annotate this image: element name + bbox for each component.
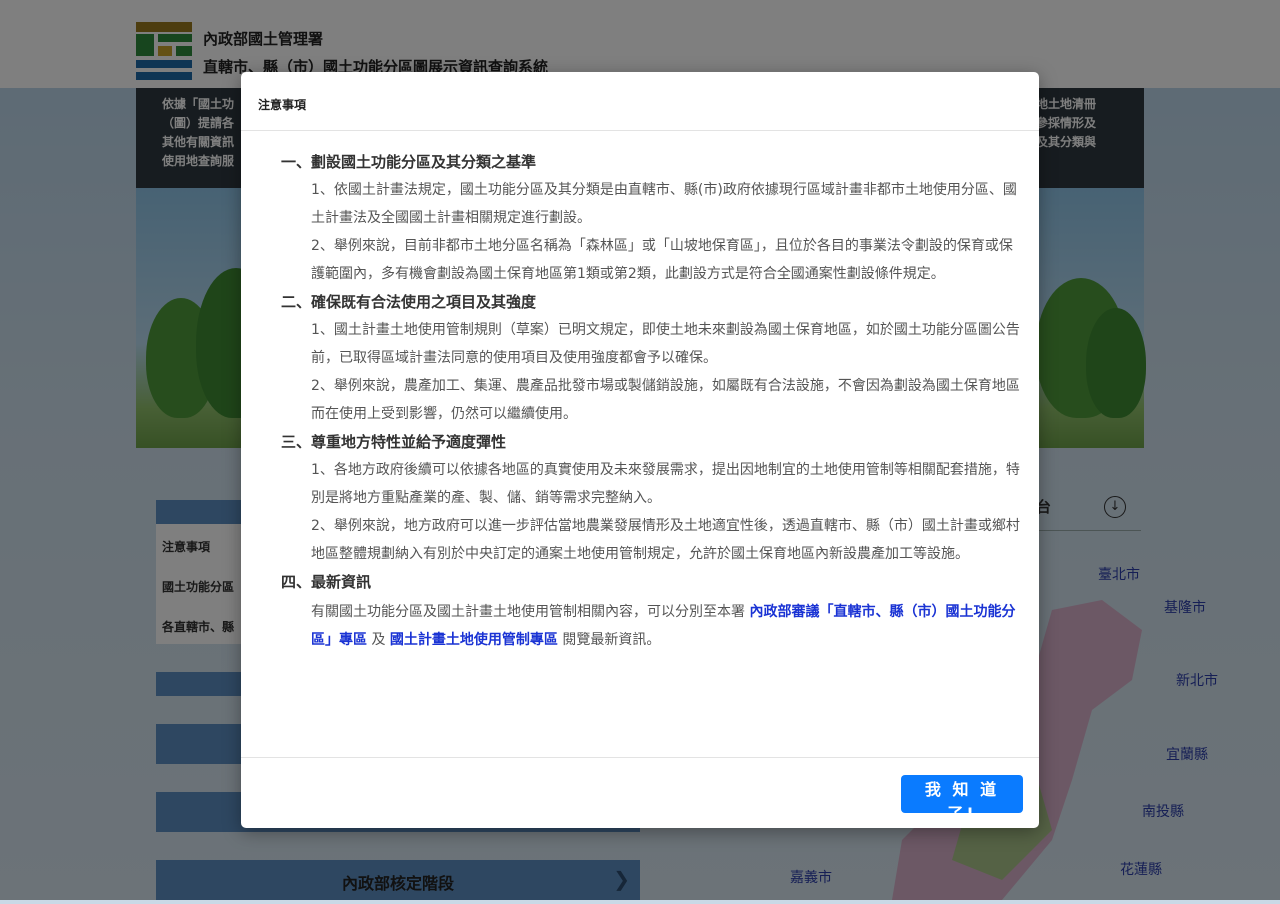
modal-body: 一、劃設國土功能分區及其分類之基準 1、依國土計畫法規定，國土功能分區及其分類是… <box>281 148 1025 654</box>
section-title: 二、確保既有合法使用之項目及其強度 <box>281 293 537 311</box>
section-paragraph: 1、各地方政府後續可以依據各地區的真實使用及未來發展需求，提出因地制宜的土地使用… <box>311 462 1020 506</box>
modal-title: 注意事項 <box>258 98 307 112</box>
latest-info-paragraph: 有關國土功能分區及國土計畫土地使用管制相關內容，可以分別至本署 內政部審議「直轄… <box>311 598 1025 654</box>
latest-info-mid: 及 <box>367 632 390 648</box>
section-paragraph: 1、依國土計畫法規定，國土功能分區及其分類是由直轄市、縣(市)政府依據現行區域計… <box>311 182 1017 226</box>
section-title: 一、劃設國土功能分區及其分類之基準 <box>281 153 537 171</box>
section-paragraph: 2、舉例來說，農產加工、集運、農產品批發市場或製儲銷設施，如屬既有合法設施，不會… <box>311 378 1020 422</box>
latest-info-prefix: 有關國土功能分區及國土計畫土地使用管制相關內容，可以分別至本署 <box>311 604 750 620</box>
modal-header: 注意事項 <box>241 72 1039 131</box>
acknowledge-button[interactable]: 我 知 道 了! <box>901 775 1023 823</box>
section-title: 四、最新資訊 <box>281 573 372 591</box>
section-title: 三、尊重地方特性並給予適度彈性 <box>281 433 507 451</box>
notice-modal: 注意事項 一、劃設國土功能分區及其分類之基準 1、依國土計畫法規定，國土功能分區… <box>241 72 1039 828</box>
land-use-control-link[interactable]: 國土計畫土地使用管制專區 <box>390 632 558 648</box>
section-paragraph: 1、國土計畫土地使用管制規則（草案）已明文規定，即使土地未來劃設為國土保育地區，… <box>311 322 1020 366</box>
section-paragraph: 2、舉例來說，目前非都市土地分區名稱為「森林區」或「山坡地保育區」，且位於各目的… <box>311 238 1013 282</box>
section-paragraph: 2、舉例來說，地方政府可以進一步評估當地農業發展情形及土地適宜性後，透過直轄市、… <box>311 518 1020 562</box>
modal-footer: 我 知 道 了! <box>241 757 1039 829</box>
latest-info-suffix: 閱覽最新資訊。 <box>557 632 661 648</box>
